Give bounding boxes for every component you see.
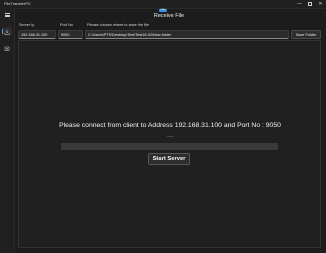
sidebar: [0, 8, 14, 253]
status-dashes: -----: [166, 133, 174, 138]
save-folder-button[interactable]: Save Folder: [291, 30, 321, 39]
sidebar-item-send[interactable]: [2, 44, 12, 53]
hamburger-menu-button[interactable]: [2, 10, 12, 19]
status-message: Please connect from client to Address 19…: [59, 122, 281, 129]
upload-icon: [4, 46, 10, 51]
folder-path-field[interactable]: C:\Users\PTS\Desktop\Test\Test16-02\New …: [85, 30, 289, 39]
minimize-icon: —: [297, 0, 302, 7]
maximize-button[interactable]: [305, 0, 314, 8]
hamburger-icon: [4, 12, 10, 17]
maximize-icon: [307, 2, 312, 6]
selection-indicator: [2, 29, 3, 34]
server-ip-label: Server Ip: [19, 23, 35, 27]
folder-label: Please choose where to save the file: [87, 23, 149, 27]
progress-bar: [61, 143, 278, 150]
app-title: FileTransferPC: [4, 1, 31, 6]
start-server-button[interactable]: Start Server: [148, 153, 190, 165]
new-badge: NEW: [159, 9, 167, 12]
download-icon: [4, 29, 10, 34]
server-ip-field[interactable]: 192.168.31.100: [18, 30, 56, 39]
port-field[interactable]: 9050: [58, 30, 83, 39]
port-label: Port No: [60, 23, 73, 27]
title-bar: FileTransferPC — ✕: [0, 0, 326, 8]
close-icon: ✕: [318, 0, 323, 7]
close-button[interactable]: ✕: [316, 0, 325, 8]
minimize-button[interactable]: —: [295, 0, 304, 8]
page-title: Receive File: [153, 13, 185, 19]
sidebar-item-receive[interactable]: [2, 27, 12, 36]
